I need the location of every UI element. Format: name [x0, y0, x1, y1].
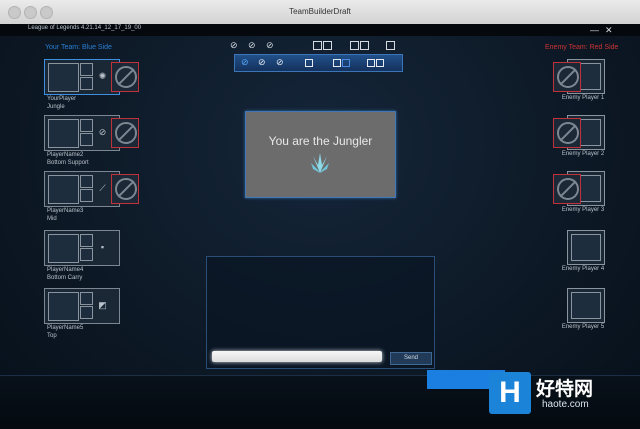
summoner-spell-2[interactable]	[80, 248, 93, 261]
ban-filter-icon[interactable]: ⊘	[248, 40, 256, 51]
champion-portrait	[48, 175, 79, 204]
player-role: Mid	[47, 216, 57, 222]
player-name: PlayerName4	[47, 267, 84, 273]
close-button[interactable]: ✕	[605, 24, 613, 36]
ban-filter-icon[interactable]: ⊘	[258, 57, 266, 68]
ban-icon	[557, 66, 579, 88]
summoner-spell-2[interactable]	[80, 189, 93, 202]
ban-icon	[557, 122, 579, 144]
ban-slot[interactable]	[111, 174, 139, 204]
ban-filter-icon[interactable]: ⊘	[266, 40, 274, 51]
player-name: PlayerName5	[47, 325, 84, 331]
minimize-button[interactable]: —	[590, 24, 599, 36]
client-area: League of Legends 4.21.14_12_17_19_00 — …	[0, 24, 640, 429]
window-titlebar: TeamBuilderDraft	[0, 0, 640, 25]
bottom-carry-role-icon: ▪	[100, 242, 105, 252]
summoner-spell-1[interactable]	[80, 63, 93, 76]
ban-icon	[557, 178, 579, 200]
player-role: Top	[47, 333, 57, 339]
ban-slot[interactable]	[111, 62, 139, 92]
summoner-spell-1[interactable]	[80, 119, 93, 132]
jungle-claw-icon	[311, 153, 329, 173]
enemy-name: Enemy Player 5	[561, 324, 605, 330]
summoner-spell-2[interactable]	[80, 77, 93, 90]
player-slot-4[interactable]: ▪	[44, 230, 120, 266]
watermark-sub: haote.com	[542, 399, 589, 410]
ban-icon	[115, 178, 137, 200]
blue-team-label: Your Team: Blue Side	[45, 44, 112, 51]
enemy-slot-4[interactable]	[567, 230, 605, 265]
top-role-icon: ◩	[98, 300, 107, 310]
summoner-spell-2[interactable]	[80, 306, 93, 319]
champion-portrait	[48, 234, 79, 263]
enemy-name: Enemy Player 3	[561, 207, 605, 213]
summoner-spell-1[interactable]	[80, 234, 93, 247]
send-button[interactable]: Send	[390, 352, 432, 365]
square-filter-icon[interactable]	[376, 59, 384, 67]
player-name: YourPlayer	[47, 96, 77, 102]
enemy-portrait	[571, 292, 601, 319]
champion-portrait	[48, 119, 79, 148]
enemy-ban-slot[interactable]	[553, 174, 581, 204]
summoner-spell-1[interactable]	[80, 175, 93, 188]
chat-input[interactable]	[212, 351, 382, 362]
enemy-name: Enemy Player 2	[561, 151, 605, 157]
summoner-spell-2[interactable]	[80, 133, 93, 146]
ban-icon	[115, 122, 137, 144]
square-filter-icon[interactable]	[342, 59, 350, 67]
player-role: Bottom Support	[47, 160, 89, 166]
enemy-portrait	[571, 234, 601, 261]
player-slot-3[interactable]: ⟋	[44, 171, 120, 207]
red-team-label: Enemy Team: Red Side	[545, 44, 619, 51]
enemy-ban-slot[interactable]	[553, 62, 581, 92]
ban-filter-icon[interactable]: ⊘	[230, 40, 238, 51]
summoner-spell-1[interactable]	[80, 292, 93, 305]
filter-bar: ⊘ ⊘ ⊘	[234, 54, 403, 72]
jungle-role-icon: ✺	[98, 71, 107, 81]
player-name: PlayerName3	[47, 208, 84, 214]
player-role: Jungle	[47, 104, 65, 110]
ban-slot[interactable]	[111, 118, 139, 148]
enemy-name: Enemy Player 1	[561, 95, 605, 101]
player-role: Bottom Carry	[47, 275, 83, 281]
square-filter-icon[interactable]	[367, 59, 375, 67]
player-slot-5[interactable]: ◩	[44, 288, 120, 324]
mid-role-icon: ⟋	[99, 183, 106, 193]
ban-filter-icon[interactable]: ⊘	[241, 57, 249, 68]
enemy-ban-slot[interactable]	[553, 118, 581, 148]
enemy-name: Enemy Player 4	[561, 266, 605, 272]
square-filter-icon[interactable]	[333, 59, 341, 67]
client-title: League of Legends 4.21.14_12_17_19_00	[28, 25, 142, 31]
player-slot-1[interactable]: ✺	[44, 59, 120, 95]
client-header: League of Legends 4.21.14_12_17_19_00 — …	[0, 24, 640, 36]
role-notice-text: You are the Jungler	[268, 134, 373, 148]
champion-portrait	[48, 63, 79, 92]
watermark-logo: H	[489, 372, 531, 414]
role-notice: You are the Jungler	[245, 111, 396, 198]
watermark-text: 好特网	[536, 379, 594, 400]
support-role-icon: ⊘	[98, 127, 107, 137]
window-title: TeamBuilderDraft	[289, 7, 351, 16]
champion-portrait	[48, 292, 79, 321]
square-filter-icon[interactable]	[305, 59, 313, 67]
enemy-slot-5[interactable]	[567, 288, 605, 323]
ban-filter-icon[interactable]: ⊘	[276, 57, 284, 68]
player-name: PlayerName2	[47, 152, 84, 158]
ban-icon	[115, 66, 137, 88]
player-slot-2[interactable]: ⊘	[44, 115, 120, 151]
